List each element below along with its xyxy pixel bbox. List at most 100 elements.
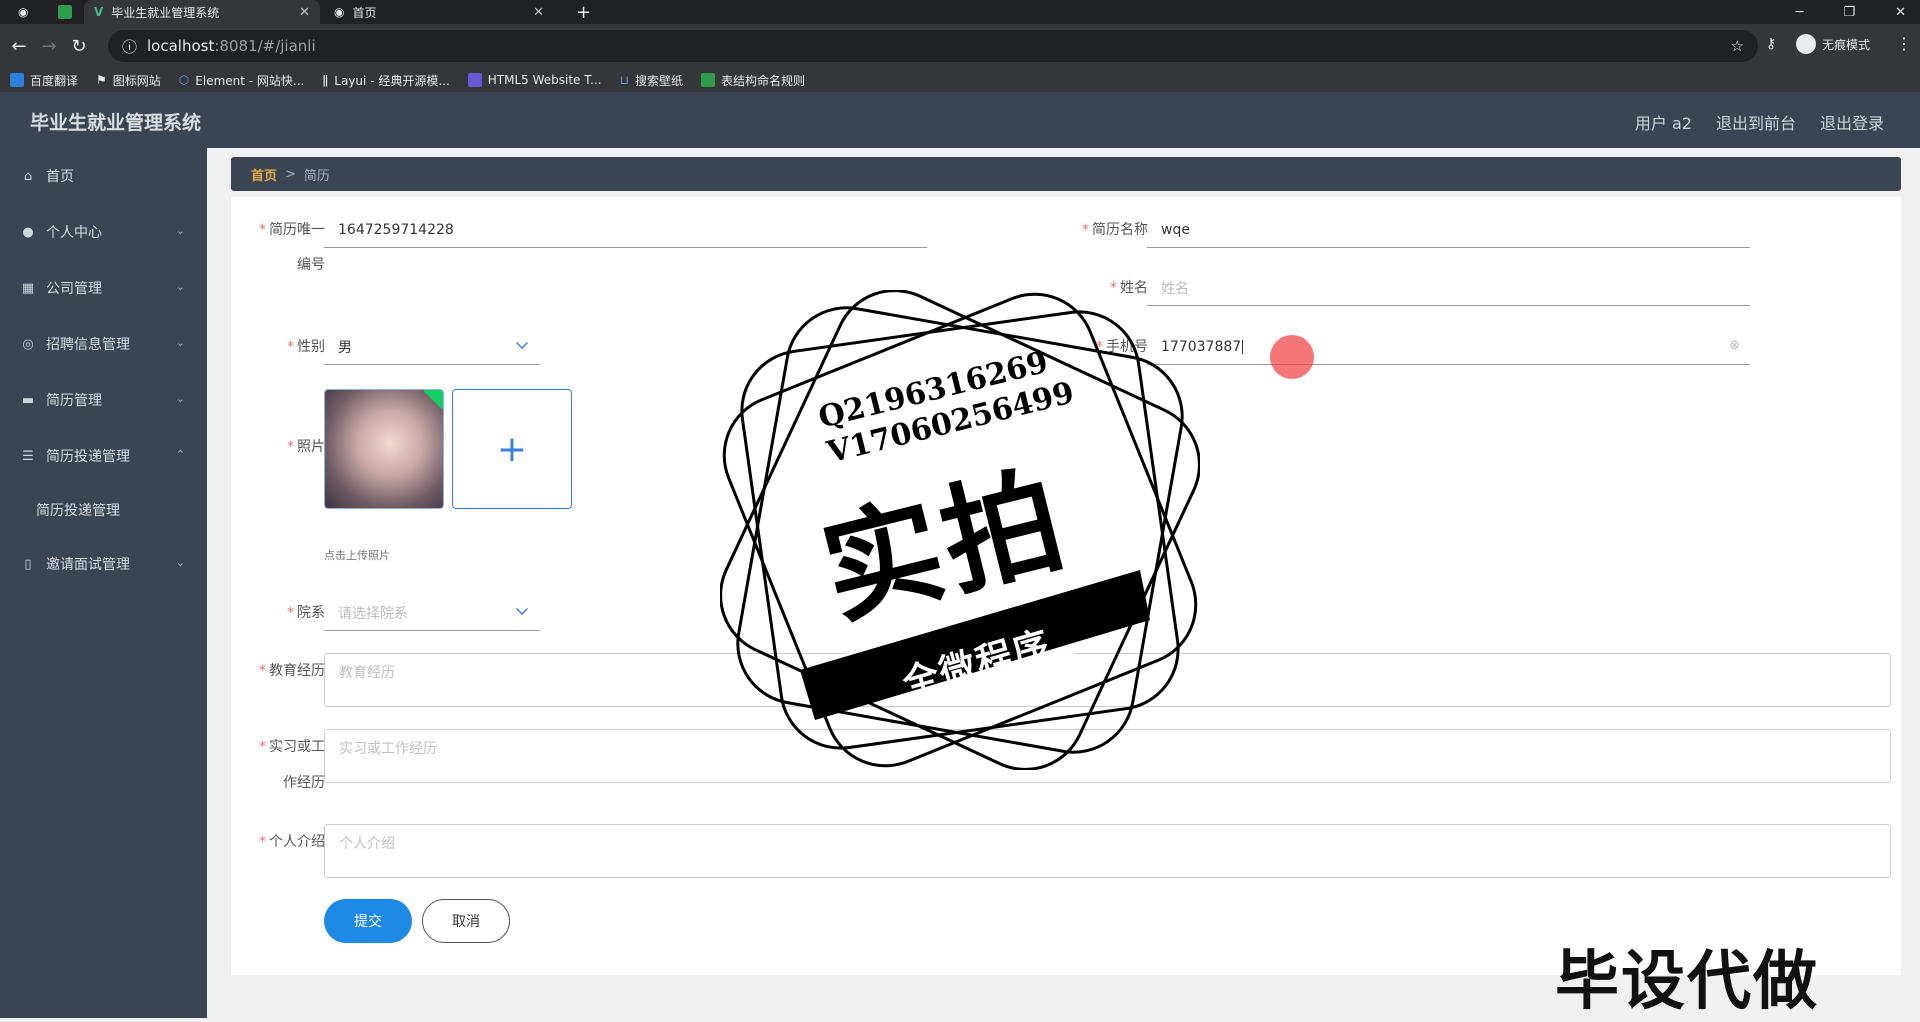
chevron-down-icon: ⌄ xyxy=(175,336,185,349)
back-icon[interactable]: ← xyxy=(4,31,34,61)
breadcrumb-separator: > xyxy=(285,166,296,182)
chevron-down-icon: ⌄ xyxy=(175,392,185,405)
list-icon: ☰ xyxy=(22,448,34,464)
sidebar-item-company[interactable]: ▦ 公司管理 ⌄ xyxy=(0,260,207,316)
home-icon: ⌂ xyxy=(23,168,33,184)
back-to-front-link[interactable]: 退出到前台 xyxy=(1716,110,1796,134)
tab-active[interactable]: V 毕业生就业管理系统 ✕ xyxy=(84,0,320,24)
header-links: 用户 a2 退出到前台 退出登录 xyxy=(1635,110,1884,134)
breadcrumb-home[interactable]: 首页 xyxy=(251,165,277,184)
intro-textarea[interactable]: 个人介绍 xyxy=(324,824,1891,878)
logout-link[interactable]: 退出登录 xyxy=(1820,110,1884,134)
photo-hint: 点击上传照片 xyxy=(324,549,390,562)
browser-icon[interactable]: ◉ xyxy=(8,0,48,24)
clear-icon[interactable]: ⊗ xyxy=(1729,338,1740,353)
upload-button[interactable]: + xyxy=(452,389,572,509)
cursor-highlight xyxy=(1270,335,1314,379)
incognito-label: 无痕模式 xyxy=(1822,37,1871,52)
flag-icon: ⚑ xyxy=(96,73,107,87)
sidebar: ⌂ 首页 ● 个人中心 ⌄ ▦ 公司管理 ⌄ ◎ 招聘信息管理 ⌄ ▬ 简历管理… xyxy=(0,148,207,1018)
tab-label: 首页 xyxy=(352,5,377,20)
tab-home[interactable]: ◉ 首页 ✕ xyxy=(324,0,554,24)
url-host: localhost xyxy=(147,37,215,55)
submit-button[interactable]: 提交 xyxy=(324,899,412,943)
star-icon: ★ xyxy=(1100,584,1125,617)
bookmark-item[interactable]: HTML5 Website T... xyxy=(467,73,602,87)
tab-label: 毕业生就业管理系统 xyxy=(111,5,220,20)
chevron-down-icon: ⌄ xyxy=(175,224,185,237)
bookmark-item[interactable]: 百度翻译 xyxy=(10,72,78,89)
bookmark-label: 百度翻译 xyxy=(30,73,79,88)
work-label: * 实习或工 xyxy=(259,739,325,755)
cancel-button[interactable]: 取消 xyxy=(422,899,510,943)
sidebar-item-personal[interactable]: ● 个人中心 ⌄ xyxy=(0,204,207,260)
sidebar-item-label: 个人中心 xyxy=(46,225,102,241)
element-icon: ⬡ xyxy=(178,73,190,87)
sidebar-item-label: 首页 xyxy=(46,169,74,185)
close-icon[interactable]: ✕ xyxy=(299,5,310,20)
key-icon[interactable]: ⚷ xyxy=(1766,36,1776,52)
browser-tab-strip: ◉ V 毕业生就业管理系统 ✕ ◉ 首页 ✕ + ─ ❐ ✕ xyxy=(0,0,1920,24)
sidebar-item-resume[interactable]: ▬ 简历管理 ⌄ xyxy=(0,372,207,428)
dept-placeholder: 请选择院系 xyxy=(338,605,408,622)
bookmark-label: 搜索壁纸 xyxy=(634,73,683,88)
sidebar-item-recruitment[interactable]: ◎ 招聘信息管理 ⌄ xyxy=(0,316,207,372)
resume-name-label: * 简历名称 xyxy=(1082,222,1148,238)
phone-icon: ▯ xyxy=(24,556,32,572)
menu-icon[interactable]: ⋮ xyxy=(1896,34,1912,53)
reload-icon[interactable]: ↻ xyxy=(64,31,94,61)
incognito-indicator[interactable]: 无痕模式 xyxy=(1796,34,1870,54)
bookmarks-bar: 百度翻译 ⚑ 图标网站 ⬡ Element - 网站快... ǁ Layui - 经典… xyxy=(0,68,1920,92)
chevron-down-icon: ⌄ xyxy=(175,556,185,569)
work-label-cont: 作经历 xyxy=(283,775,325,791)
restore-icon[interactable]: ❐ xyxy=(1843,5,1855,20)
bookmark-item[interactable]: ⚑ 图标网站 xyxy=(96,72,161,89)
address-bar: ← → ↻ ⓘ localhost:8081/#/jianli ☆ ⚷ 无痕模式… xyxy=(0,24,1920,68)
name-input[interactable]: 姓名 xyxy=(1147,270,1750,306)
sidebar-subitem-resume-delivery[interactable]: 简历投递管理 xyxy=(0,484,207,536)
resume-id-input[interactable]: 1647259714228 xyxy=(324,212,927,248)
table-icon xyxy=(701,73,715,87)
bookmark-label: 图标网站 xyxy=(112,73,161,88)
chevron-down-icon: ⌄ xyxy=(175,280,185,293)
chevron-down-icon xyxy=(516,603,528,615)
grid-icon: ▦ xyxy=(21,280,35,296)
sidebar-item-label: 公司管理 xyxy=(46,281,102,297)
ticket-icon: ▬ xyxy=(21,392,35,408)
bookmark-label: Layui - 经典开源模... xyxy=(334,73,450,88)
resume-name-input[interactable]: wqe xyxy=(1147,212,1750,248)
bookmark-item[interactable]: 表结构命名规则 xyxy=(701,72,805,89)
bookmark-item[interactable]: ǁ Layui - 经典开源模... xyxy=(322,72,449,89)
forward-icon[interactable]: → xyxy=(34,31,64,61)
dept-label: * 院系 xyxy=(287,605,325,621)
gender-value: 男 xyxy=(338,339,352,356)
bookmark-item[interactable]: ⬡ Element - 网站快... xyxy=(179,72,305,89)
url-field[interactable]: ⓘ localhost:8081/#/jianli ☆ xyxy=(108,30,1758,62)
uploaded-photo[interactable] xyxy=(324,389,444,509)
bookmark-label: 表结构命名规则 xyxy=(721,73,806,88)
star-icon: ★ xyxy=(814,689,839,722)
sidebar-item-home[interactable]: ⌂ 首页 xyxy=(0,148,207,204)
dept-select[interactable]: 请选择院系 xyxy=(324,595,540,631)
bookmark-label: Element - 网站快... xyxy=(195,73,305,88)
app-tab-icon[interactable] xyxy=(48,0,84,24)
info-icon[interactable]: ⓘ xyxy=(122,36,137,57)
vue-icon: V xyxy=(94,5,104,19)
globe-icon: ◉ xyxy=(334,5,345,19)
window-controls: ─ ❐ ✕ xyxy=(1796,0,1920,24)
plus-icon: + xyxy=(496,428,528,470)
sidebar-item-label: 邀请面试管理 xyxy=(46,557,130,573)
sidebar-item-resume-delivery[interactable]: ☰ 简历投递管理 ⌃ xyxy=(0,428,207,484)
new-tab-button[interactable]: + xyxy=(566,0,596,24)
bookmark-item[interactable]: ⊔ 搜索壁纸 xyxy=(620,72,683,89)
translate-icon xyxy=(10,73,24,87)
gender-select[interactable]: 男 xyxy=(324,329,540,365)
phone-input[interactable]: 177037887 ⊗ xyxy=(1147,329,1750,365)
resume-id-label: * 简历唯一 xyxy=(259,222,325,238)
star-icon[interactable]: ☆ xyxy=(1731,37,1744,55)
url-path: :8081/#/jianli xyxy=(214,37,316,55)
minimize-icon[interactable]: ─ xyxy=(1796,5,1804,20)
window-close-icon[interactable]: ✕ xyxy=(1895,5,1906,20)
close-icon[interactable]: ✕ xyxy=(533,5,544,20)
sidebar-item-interview[interactable]: ▯ 邀请面试管理 ⌄ xyxy=(0,536,207,592)
